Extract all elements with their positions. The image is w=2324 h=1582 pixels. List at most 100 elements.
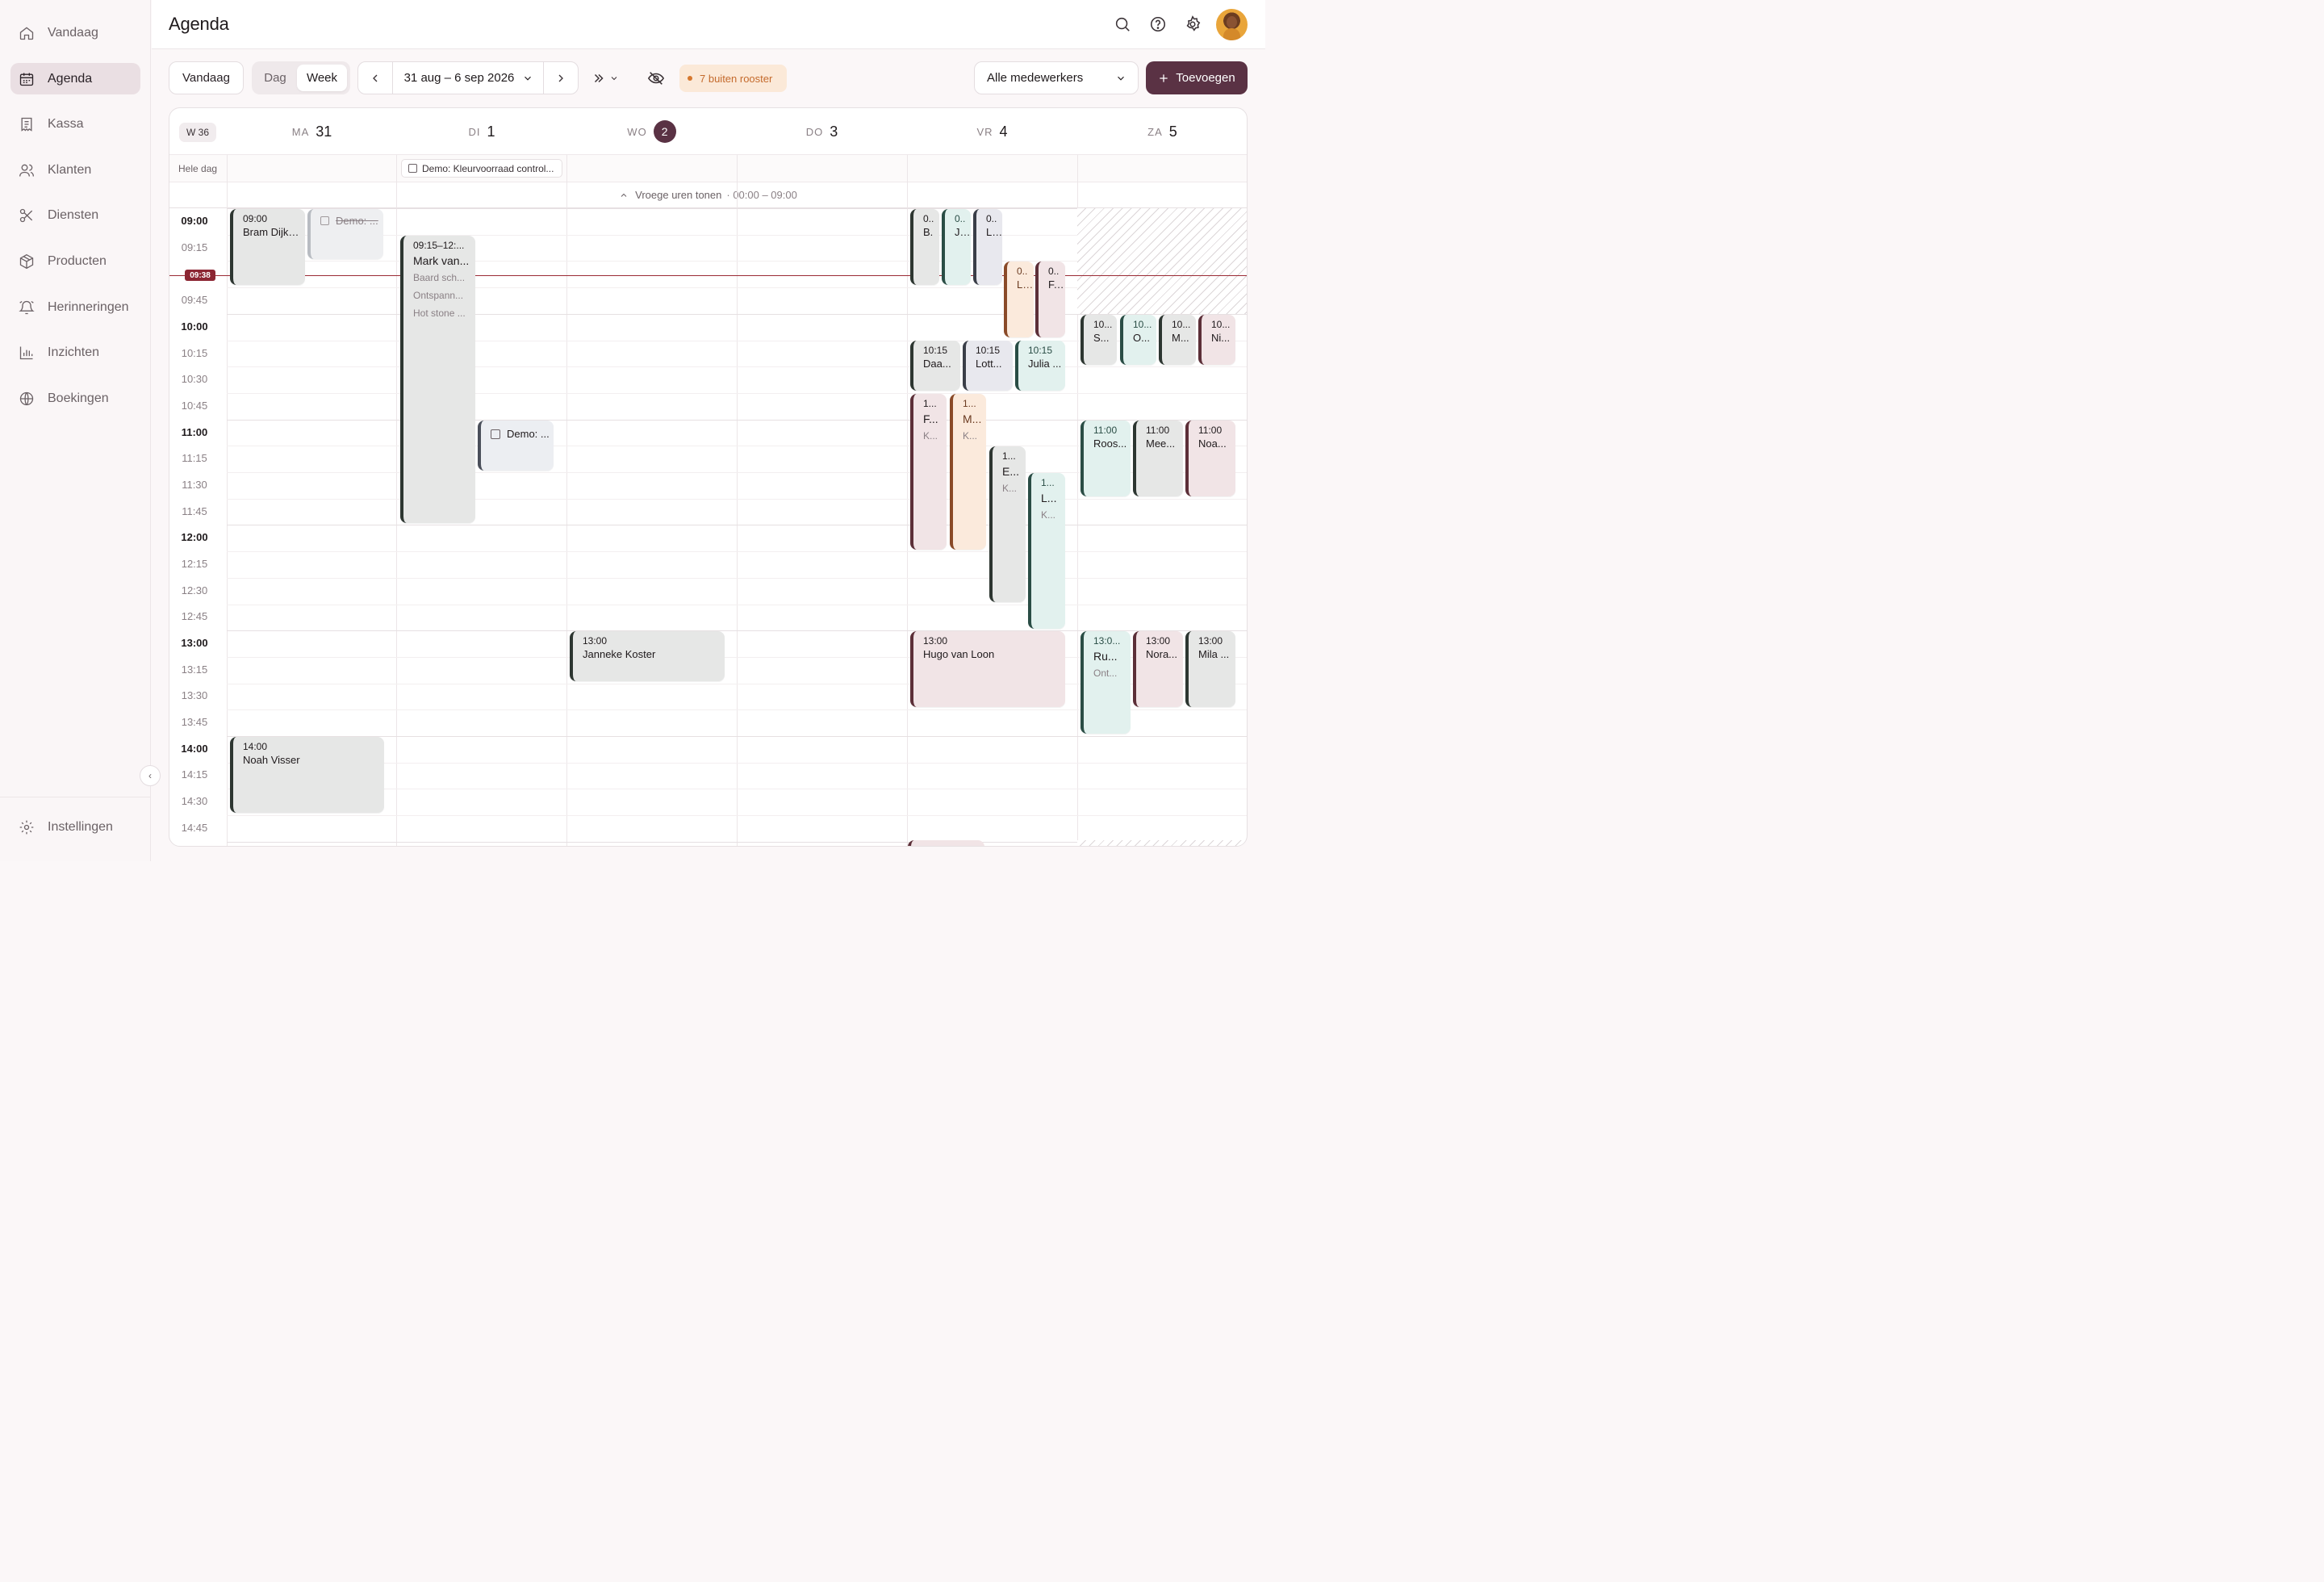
appointment-time: 10:15: [976, 345, 1001, 356]
appointment[interactable]: 10:15 Julia ...: [1015, 341, 1065, 391]
event-partial[interactable]: [908, 840, 984, 846]
view-day-tab[interactable]: Dag: [255, 65, 295, 91]
appointment-client: M...: [963, 412, 982, 425]
appointment-client: Noah Visser: [243, 754, 300, 766]
day-header-di[interactable]: DI 1: [397, 108, 566, 155]
appointment[interactable]: 0.. L...: [973, 209, 1002, 285]
appointment[interactable]: 10... Ni...: [1198, 315, 1235, 365]
appointment-client: F...: [923, 412, 938, 425]
appointment-time: 11:00: [1146, 425, 1170, 436]
appointment[interactable]: 13:00 Mila ...: [1185, 631, 1235, 707]
sidebar-item-boekingen[interactable]: Boekingen: [10, 383, 140, 414]
time-grid[interactable]: 09:00 09:15 09:45 10:00 10:15 10:30 10:4…: [169, 208, 1247, 846]
appointment[interactable]: 10... O...: [1120, 315, 1156, 365]
appointment[interactable]: 0.. L...: [1004, 262, 1034, 337]
avatar[interactable]: [1216, 9, 1248, 40]
appointment-time: 1...: [923, 398, 937, 409]
checkbox-icon: [408, 164, 417, 173]
appointment-client: B.: [923, 226, 934, 238]
appointment[interactable]: 13:00 Nora...: [1133, 631, 1183, 707]
home-icon: [19, 26, 34, 40]
staff-select[interactable]: Alle medewerkers: [974, 61, 1139, 94]
appointment-service: K...: [923, 430, 938, 442]
view-week-tab[interactable]: Week: [297, 65, 347, 91]
appointment[interactable]: 10:15 Lott...: [963, 341, 1013, 391]
date-range-picker[interactable]: 31 aug – 6 sep 2026: [393, 62, 545, 94]
view-switcher: Dag Week: [252, 61, 350, 94]
previous-week-button[interactable]: [358, 62, 393, 94]
appointment[interactable]: 11:00 Mee...: [1133, 421, 1183, 496]
appointment-time: 0..: [986, 213, 997, 224]
show-early-hours-toggle[interactable]: Vroege uren tonen · 00:00 – 09:00: [169, 182, 1247, 208]
calendar-day-header: W 36 MA 31 DI 1 WO 2 DO 3 VR 4 ZA 5: [169, 108, 1247, 155]
settings-gear-icon[interactable]: [1184, 15, 1202, 33]
appointment[interactable]: 10... S...: [1080, 315, 1117, 365]
appointment[interactable]: 13:00 Janneke Koster: [570, 631, 725, 681]
all-day-event-label: Demo: Kleurvoorraad control...: [422, 162, 554, 174]
appointment[interactable]: 1... E... K...: [989, 446, 1026, 602]
appointment[interactable]: 1... L... K...: [1028, 473, 1065, 629]
appointment[interactable]: 0.. F...: [1035, 262, 1065, 337]
time-label: 12:15: [181, 558, 208, 570]
appointment[interactable]: 1... F... K...: [910, 394, 947, 550]
appointment[interactable]: 0.. J...: [942, 209, 971, 285]
appointment-time: 10...: [1133, 319, 1152, 330]
appointment-service: Ontspann...: [413, 290, 464, 301]
sidebar-item-instellingen[interactable]: Instellingen: [10, 811, 140, 843]
search-icon[interactable]: [1114, 15, 1131, 33]
outside-schedule-badge[interactable]: 7 buiten rooster: [679, 65, 787, 92]
jump-menu-button[interactable]: [591, 69, 625, 87]
day-header-do[interactable]: DO 3: [737, 108, 907, 155]
help-icon[interactable]: [1149, 15, 1167, 33]
sidebar-item-producten[interactable]: Producten: [10, 245, 140, 277]
sidebar-item-vandaag[interactable]: Vandaag: [10, 17, 140, 48]
sidebar-item-label: Klanten: [48, 162, 92, 177]
collapse-sidebar-button[interactable]: ‹: [140, 765, 161, 786]
appointment[interactable]: 11:00 Roos...: [1080, 421, 1131, 496]
time-label: 11:45: [182, 505, 207, 517]
time-label: 13:30: [181, 689, 208, 701]
appointment[interactable]: 10... M...: [1159, 315, 1196, 365]
chevron-up-icon: [621, 193, 627, 197]
sidebar-item-kassa[interactable]: Kassa: [10, 108, 140, 140]
day-number: 3: [830, 123, 838, 140]
day-header-ma[interactable]: MA 31: [227, 108, 397, 155]
appointment-client: Mila ...: [1198, 648, 1230, 660]
appointment-client: Ni...: [1211, 332, 1231, 344]
appointment[interactable]: 11:00 Noa...: [1185, 421, 1235, 496]
appointment-time: 14:00: [243, 741, 268, 752]
appointment[interactable]: 13:0... Ru... Ont...: [1080, 631, 1131, 734]
appointment[interactable]: 13:00 Hugo van Loon: [910, 631, 1065, 707]
appointment-time: 09:00: [243, 213, 268, 224]
sidebar-item-inzichten[interactable]: Inzichten: [10, 337, 140, 368]
completed-task[interactable]: Demo: ...: [307, 209, 383, 259]
appointment[interactable]: 1... M... K...: [950, 394, 986, 550]
next-week-button[interactable]: [543, 62, 578, 94]
day-header-vr[interactable]: VR 4: [907, 108, 1077, 155]
day-header-za[interactable]: ZA 5: [1077, 108, 1247, 155]
sidebar-item-klanten[interactable]: Klanten: [10, 154, 140, 186]
top-header: Agenda: [152, 0, 1265, 49]
sidebar-item-label: Boekingen: [48, 391, 109, 405]
appointment-client: Julia ...: [1028, 358, 1062, 370]
appointment-client: Mark van...: [413, 254, 470, 267]
appointment[interactable]: 09:00 Bram Dijks...: [230, 209, 305, 285]
time-label: 10:15: [181, 347, 208, 359]
day-header-wo[interactable]: WO 2: [566, 108, 737, 155]
appointment[interactable]: 0.. B.: [910, 209, 939, 285]
bell-icon: [19, 300, 35, 314]
sidebar-item-herinneringen[interactable]: Herinneringen: [10, 291, 140, 323]
today-button[interactable]: Vandaag: [169, 61, 244, 94]
add-button[interactable]: Toevoegen: [1146, 61, 1248, 94]
sidebar-item-diensten[interactable]: Diensten: [10, 199, 140, 231]
appointment[interactable]: 14:00 Noah Visser: [230, 737, 384, 813]
all-day-event[interactable]: Demo: Kleurvoorraad control...: [401, 159, 562, 178]
time-label: 10:45: [181, 400, 208, 412]
week-number-badge: W 36: [179, 123, 216, 142]
appointment[interactable]: 10:15 Daa...: [910, 341, 960, 391]
eye-off-icon[interactable]: [647, 69, 665, 87]
appointment[interactable]: 09:15–12:... Mark van... Baard sch... On…: [400, 236, 475, 523]
sidebar-item-agenda[interactable]: Agenda: [10, 63, 140, 94]
appointment-client: F...: [1048, 278, 1063, 291]
task[interactable]: Demo: ...: [478, 421, 554, 471]
